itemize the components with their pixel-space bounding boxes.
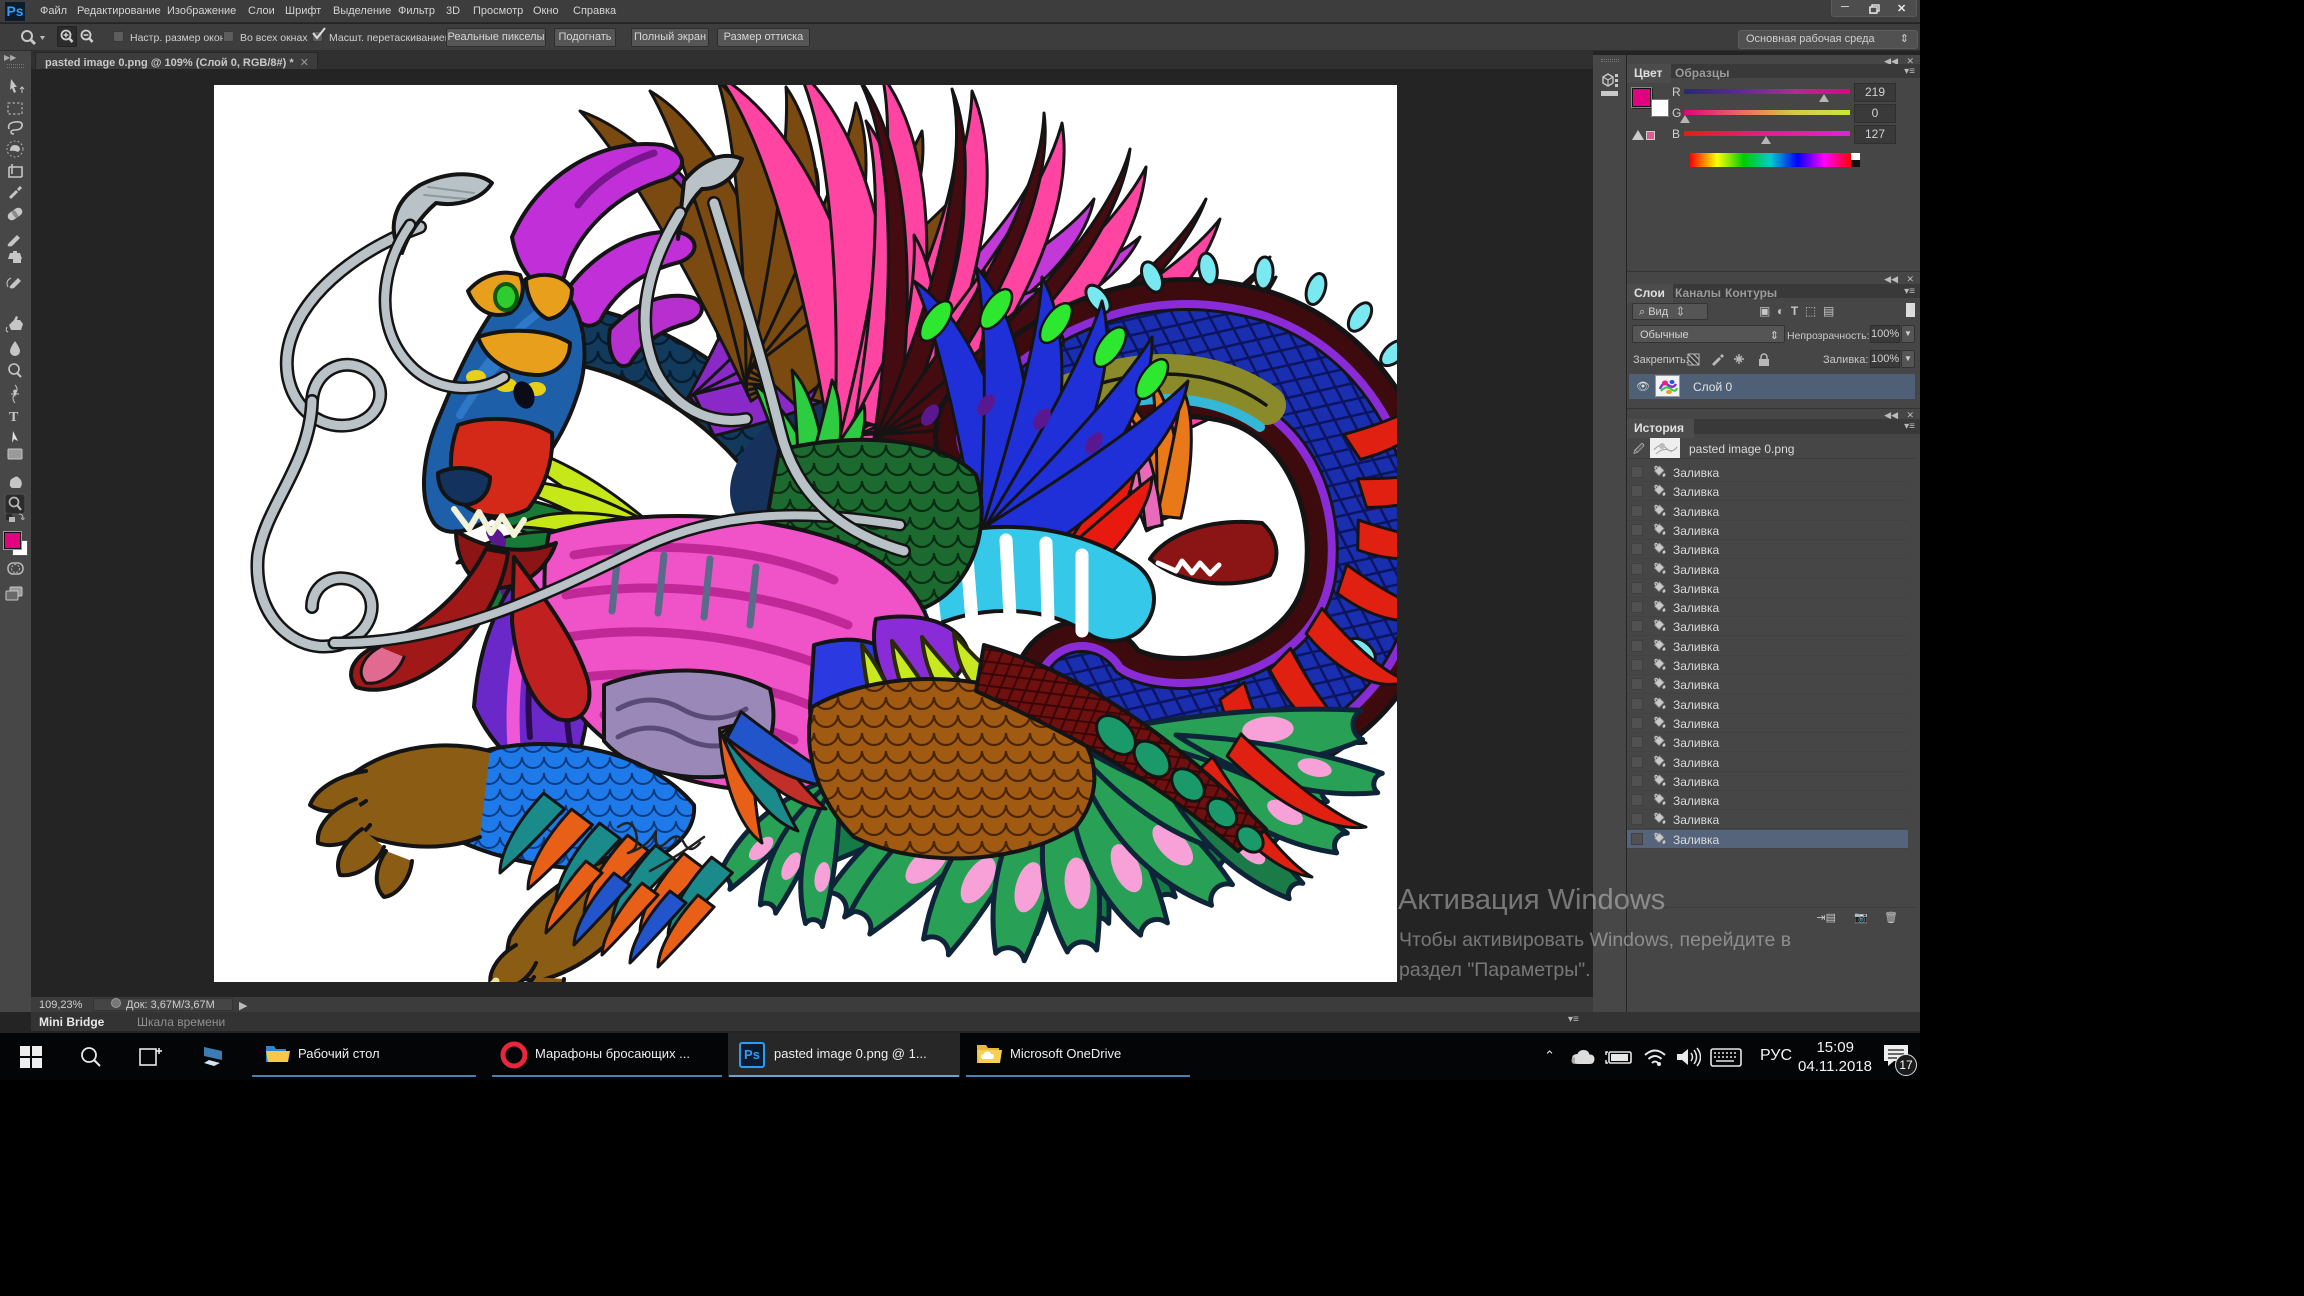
svg-text:T: T bbox=[9, 410, 19, 425]
